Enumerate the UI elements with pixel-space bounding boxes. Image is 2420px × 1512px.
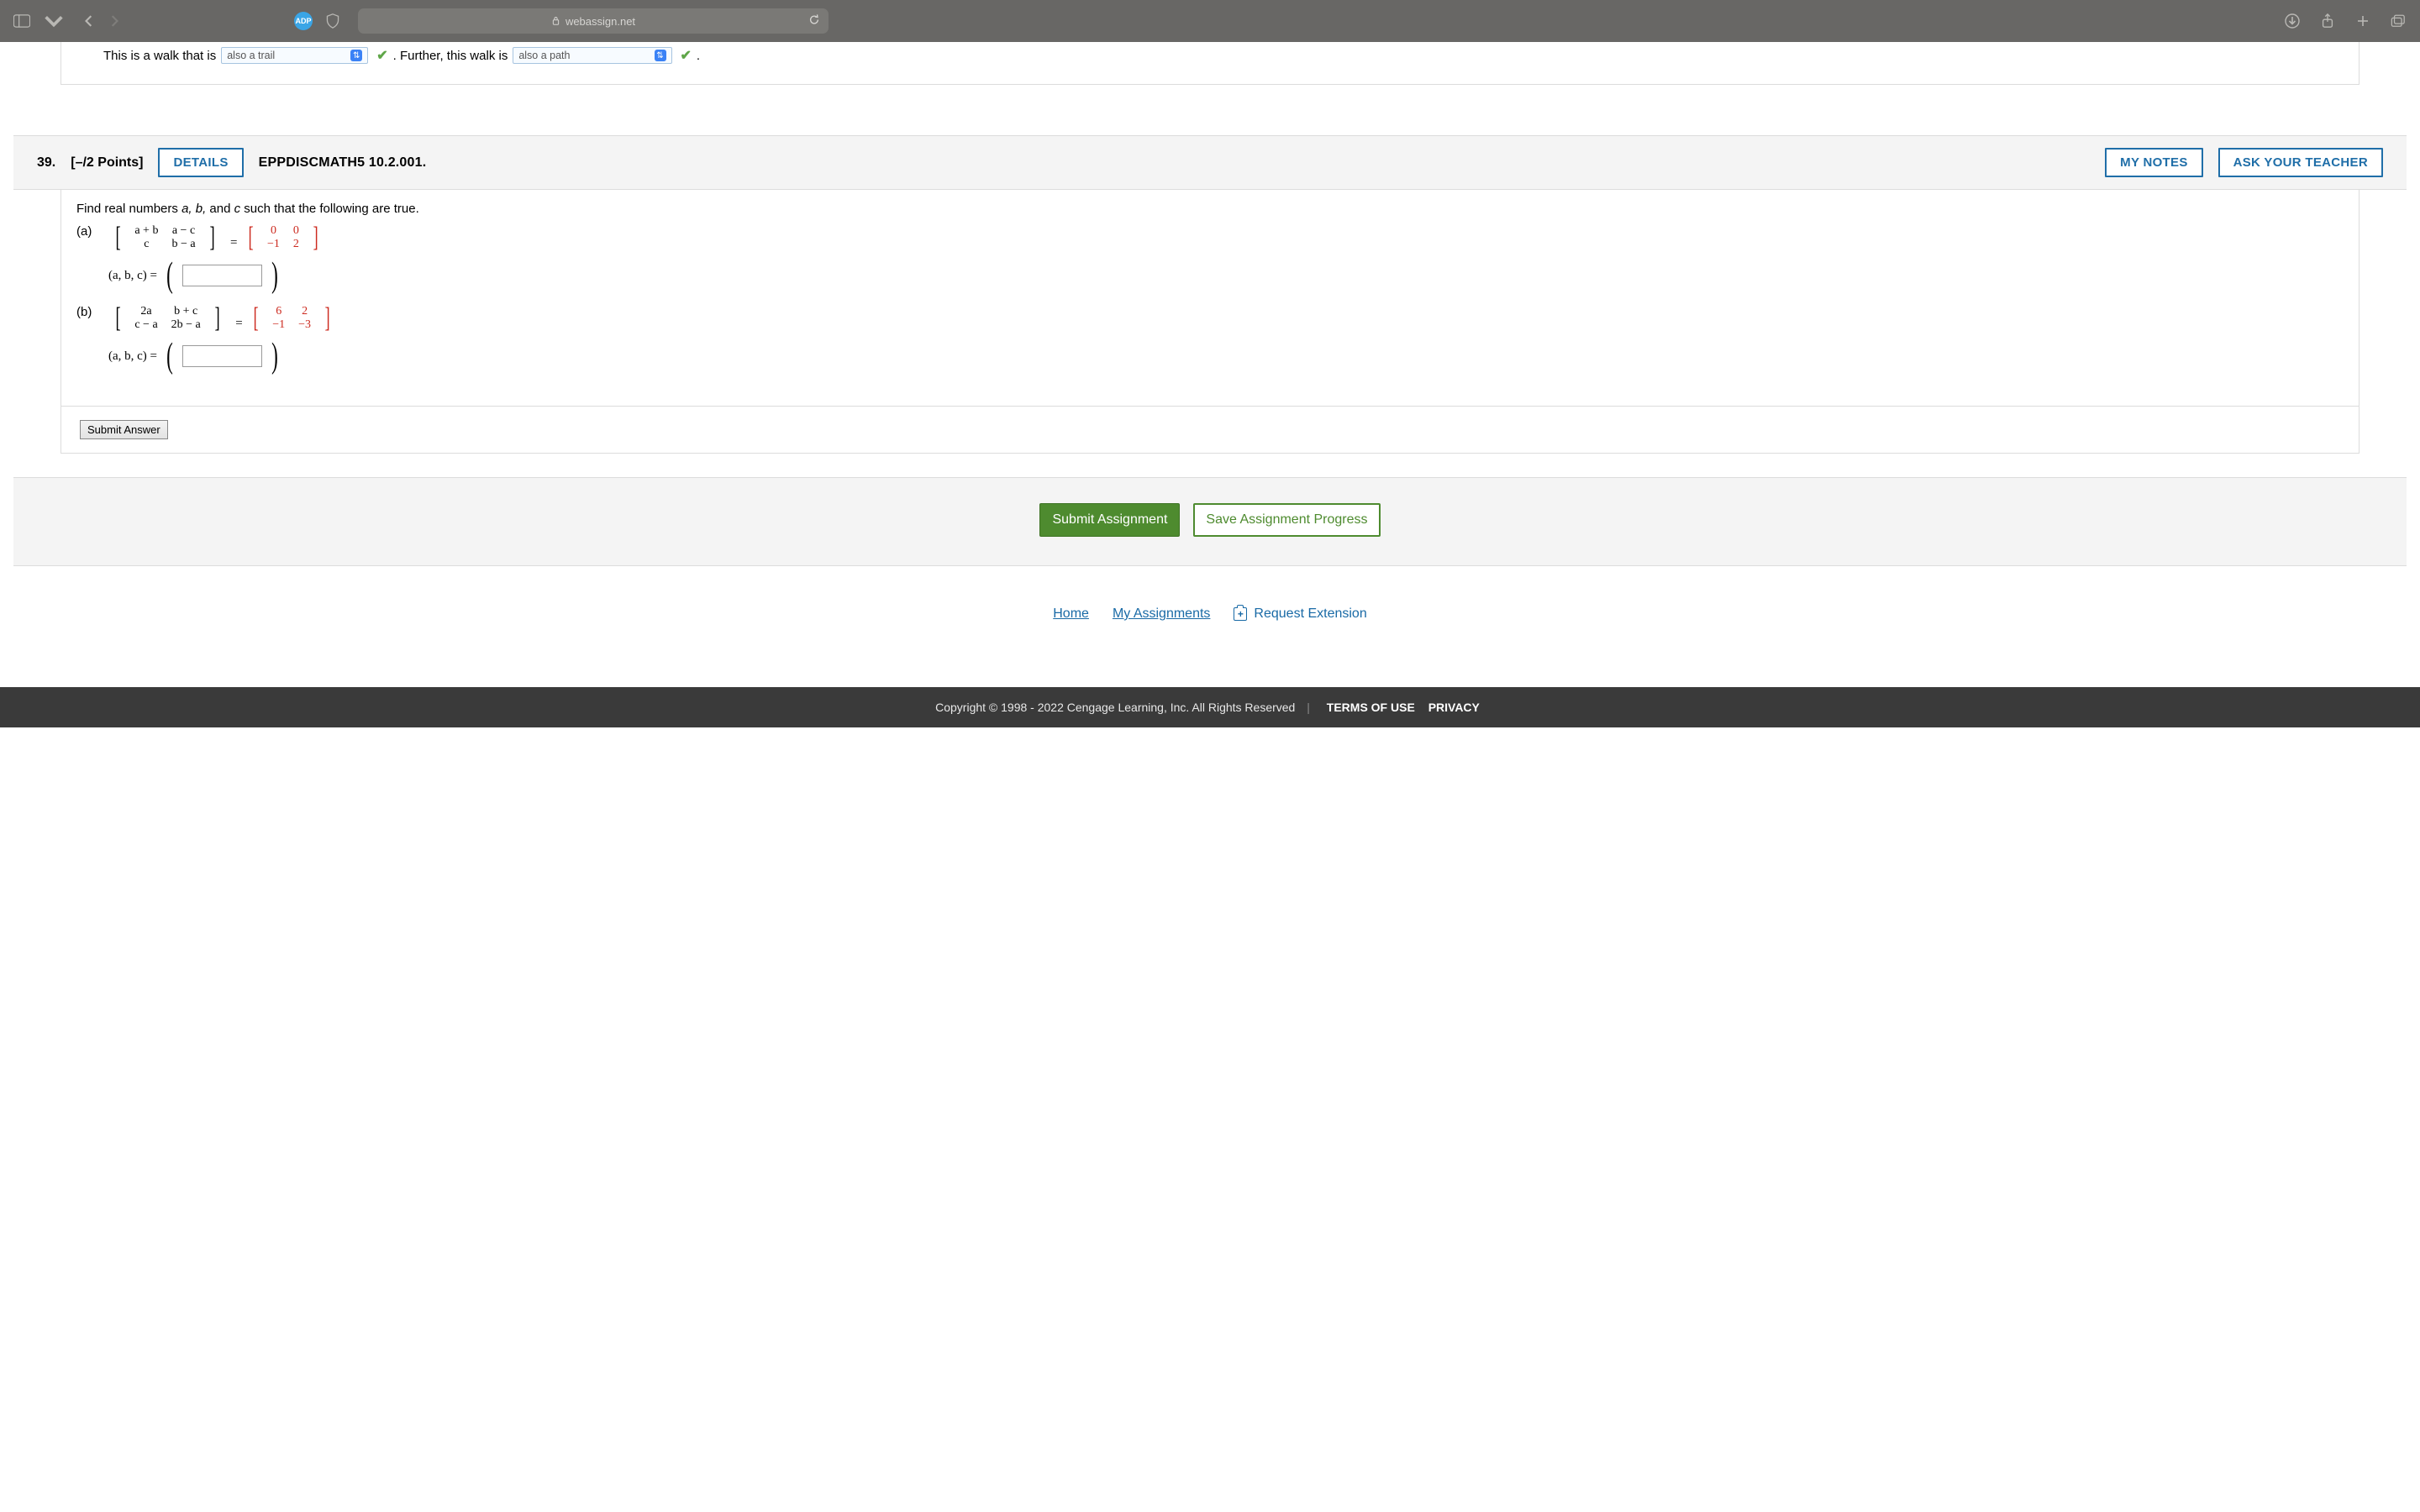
part-a-answer-line: (a, b, c) = ( ): [108, 263, 2344, 288]
lock-icon: [551, 15, 560, 28]
matrix-a-left: [ a + ba − c cb − a ]: [113, 224, 217, 251]
prompt-part: such that the following are true.: [240, 202, 419, 216]
question-points: [–/2 Points]: [71, 155, 143, 171]
privacy-shield-icon[interactable]: [321, 9, 345, 33]
walk-select-2[interactable]: also a path ⇅: [513, 47, 671, 64]
address-host: webassign.net: [566, 15, 635, 28]
prompt-part: Find real numbers: [76, 202, 182, 216]
check-icon: ✔: [681, 47, 692, 64]
my-notes-button[interactable]: MY NOTES: [2105, 148, 2202, 177]
part-b-answer-line: (a, b, c) = ( ): [108, 344, 2344, 369]
select-stepper-icon: ⇅: [655, 50, 666, 61]
site-footer: Copyright © 1998 - 2022 Cengage Learning…: [0, 687, 2420, 727]
matrix-b-left: [ 2ab + c c − a2b − a ]: [113, 305, 222, 332]
prompt-part: and: [206, 202, 234, 216]
question-prompt: Find real numbers a, b, and c such that …: [76, 202, 2344, 216]
calendar-plus-icon: +: [1234, 607, 1247, 621]
prompt-part: a, b,: [182, 202, 206, 216]
equals-sign: =: [230, 317, 247, 330]
bottom-nav: Home My Assignments + Request Extension: [13, 606, 2407, 622]
part-b-answer-input[interactable]: [182, 345, 262, 367]
part-a: (a) [ a + ba − c cb − a ] = [ 00 −12 ]: [76, 224, 2344, 251]
submit-answer-button[interactable]: Submit Answer: [80, 420, 168, 439]
tuple-label: (a, b, c) =: [108, 349, 157, 364]
my-assignments-link[interactable]: My Assignments: [1113, 606, 1210, 622]
forward-icon: [103, 9, 126, 33]
copyright: Copyright © 1998 - 2022 Cengage Learning…: [935, 701, 1295, 714]
extension-badge[interactable]: ADP: [294, 12, 313, 30]
downloads-icon[interactable]: [2281, 9, 2304, 33]
question-body: Find real numbers a, b, and c such that …: [60, 190, 2360, 406]
walk-select-1-value: also a trail: [227, 50, 275, 61]
walk-select-2-value: also a path: [518, 50, 570, 61]
walk-mid: . Further, this walk is: [393, 49, 508, 63]
select-stepper-icon: ⇅: [350, 50, 362, 61]
save-assignment-button[interactable]: Save Assignment Progress: [1193, 503, 1380, 537]
matrix-a-right: [ 00 −12 ]: [246, 224, 321, 251]
request-extension-label: Request Extension: [1254, 606, 1366, 622]
walk-select-1[interactable]: also a trail ⇅: [221, 47, 368, 64]
share-icon[interactable]: [2316, 9, 2339, 33]
request-extension-link[interactable]: + Request Extension: [1234, 606, 1366, 622]
browser-toolbar: ADP webassign.net: [0, 0, 2420, 42]
home-link[interactable]: Home: [1053, 606, 1089, 622]
question-reference: EPPDISCMATH5 10.2.001.: [259, 155, 427, 171]
privacy-link[interactable]: PRIVACY: [1428, 701, 1480, 714]
prev-question-card: This is a walk that is also a trail ⇅ ✔ …: [60, 42, 2360, 85]
part-a-label: (a): [76, 224, 98, 239]
ask-your-teacher-button[interactable]: ASK YOUR TEACHER: [2218, 148, 2383, 177]
matrix-b-right: [ 62 −1−3 ]: [251, 305, 332, 332]
walk-lead1: This is a walk that is: [103, 49, 216, 63]
sidebar-toggle-icon[interactable]: [10, 9, 34, 33]
submit-assignment-button[interactable]: Submit Assignment: [1039, 503, 1180, 537]
tuple-label: (a, b, c) =: [108, 269, 157, 283]
check-icon: ✔: [376, 47, 387, 64]
address-bar[interactable]: webassign.net: [358, 8, 829, 34]
equals-sign: =: [225, 236, 242, 249]
new-tab-icon[interactable]: [2351, 9, 2375, 33]
question-header: 39. [–/2 Points] DETAILS EPPDISCMATH5 10…: [13, 135, 2407, 190]
back-icon[interactable]: [77, 9, 101, 33]
assignment-action-bar: Submit Assignment Save Assignment Progre…: [13, 477, 2407, 566]
walk-tail: .: [697, 49, 700, 63]
details-button[interactable]: DETAILS: [158, 148, 243, 177]
terms-link[interactable]: TERMS OF USE: [1327, 701, 1415, 714]
chevron-down-icon[interactable]: [42, 9, 66, 33]
tabs-overview-icon[interactable]: [2386, 9, 2410, 33]
prompt-part: c: [234, 202, 241, 216]
question-number: 39.: [37, 155, 55, 171]
reload-icon[interactable]: [808, 14, 820, 29]
part-a-answer-input[interactable]: [182, 265, 262, 286]
part-b-label: (b): [76, 305, 98, 319]
part-b: (b) [ 2ab + c c − a2b − a ] = [ 62 −1−3 …: [76, 305, 2344, 332]
